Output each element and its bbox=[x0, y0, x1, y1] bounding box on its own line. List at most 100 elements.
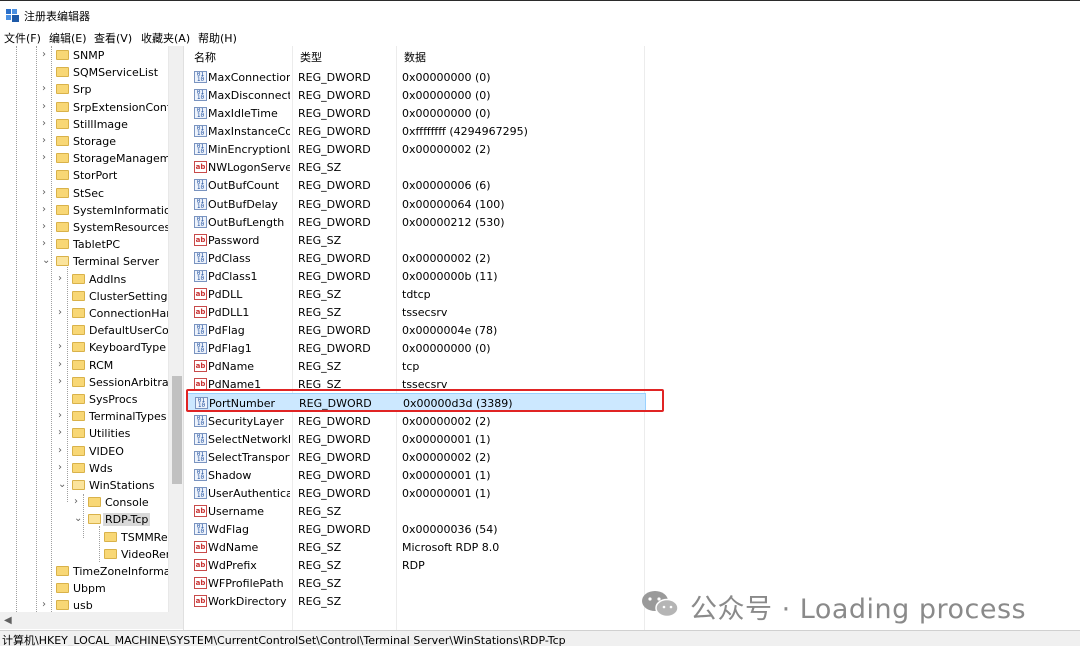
registry-value-row[interactable]: ab WdPrefix REG_SZ RDP bbox=[186, 556, 646, 574]
registry-value-row[interactable]: 01 10 OutBufDelay REG_DWORD 0x00000064 (100… bbox=[186, 195, 646, 213]
registry-value-row[interactable]: 01 10 SelectTransport REG_DWORD 0x00000002 … bbox=[186, 448, 646, 466]
tree-item[interactable]: SysProcs bbox=[0, 391, 170, 408]
registry-value-row[interactable]: 01 10 Shadow REG_DWORD 0x00000001 (1) bbox=[186, 466, 646, 484]
chevron-right-icon[interactable]: › bbox=[58, 427, 67, 439]
value-data: 0x00000000 (0) bbox=[402, 89, 491, 103]
tree-item[interactable]: › TerminalTypes bbox=[0, 408, 170, 425]
chevron-right-icon[interactable]: › bbox=[42, 204, 51, 216]
tree-scroll-thumb[interactable] bbox=[172, 376, 182, 484]
tree-item[interactable]: Ubpm bbox=[0, 580, 170, 597]
tree-item[interactable]: TSMMRemotingAllowedApps bbox=[0, 529, 183, 546]
registry-value-row[interactable]: 01 10 MaxIdleTime REG_DWORD 0x00000000 (0) bbox=[186, 104, 646, 122]
tree-horizontal-scrollbar[interactable]: ◀ bbox=[0, 612, 183, 629]
tree-item[interactable]: › Console bbox=[0, 494, 170, 511]
registry-value-row[interactable]: 01 10 SecurityLayer REG_DWORD 0x00000002 (2… bbox=[186, 412, 646, 430]
registry-value-row[interactable]: ab Username REG_SZ bbox=[186, 502, 646, 520]
tree-item[interactable]: › Storage bbox=[0, 133, 170, 150]
registry-value-row[interactable]: 01 10SelectNetworkDetect REG_DWORD 0x00000… bbox=[186, 430, 646, 448]
value-name: WorkDirectory bbox=[208, 595, 287, 609]
tree-item[interactable]: › VIDEO bbox=[0, 443, 170, 460]
registry-value-row[interactable]: 01 10 PdFlag1 REG_DWORD 0x00000000 (0) bbox=[186, 339, 646, 357]
tree-item[interactable]: › SrpExtensionConfig bbox=[0, 99, 181, 116]
chevron-right-icon[interactable]: › bbox=[58, 341, 67, 353]
menu-help[interactable]: 帮助(H) bbox=[198, 30, 237, 46]
tree-item[interactable]: › Srp bbox=[0, 81, 170, 98]
registry-value-row[interactable]: 01 10 OutBufCount REG_DWORD 0x00000006 (6) bbox=[186, 176, 646, 194]
chevron-right-icon[interactable]: › bbox=[58, 445, 67, 457]
tree-vertical-scrollbar[interactable] bbox=[168, 46, 183, 614]
chevron-right-icon[interactable]: › bbox=[42, 221, 51, 233]
tree-item[interactable]: VideoRemotingWindowNames bbox=[0, 546, 183, 563]
tree-item[interactable]: ⌄ RDP-Tcp bbox=[0, 511, 170, 528]
tree-item[interactable]: ClusterSettings bbox=[0, 288, 173, 305]
tree-item[interactable]: › AddIns bbox=[0, 271, 170, 288]
chevron-right-icon[interactable]: › bbox=[58, 410, 67, 422]
menu-view[interactable]: 查看(V) bbox=[94, 30, 132, 46]
registry-value-row[interactable]: 01 10MinEncryptionLevel REG_DWORD 0x000000… bbox=[186, 140, 646, 158]
chevron-right-icon[interactable]: › bbox=[58, 273, 67, 285]
registry-value-row[interactable]: 01 10 PdClass REG_DWORD 0x00000002 (2) bbox=[186, 249, 646, 267]
menu-edit[interactable]: 编辑(E) bbox=[49, 30, 87, 46]
chevron-right-icon[interactable]: › bbox=[42, 83, 51, 95]
tree-item[interactable]: › RCM bbox=[0, 357, 170, 374]
tree-item[interactable]: TimeZoneInformation bbox=[0, 563, 183, 580]
chevron-right-icon[interactable]: › bbox=[58, 462, 67, 474]
tree-item[interactable]: › SessionArbitration bbox=[0, 374, 183, 391]
tree-item[interactable]: › SNMP bbox=[0, 47, 170, 64]
chevron-right-icon[interactable]: › bbox=[58, 359, 67, 371]
registry-value-row[interactable]: 01 10 WdFlag REG_DWORD 0x00000036 (54) bbox=[186, 520, 646, 538]
tree-item[interactable]: › Utilities bbox=[0, 425, 170, 442]
tree-item[interactable]: ⌄ WinStations bbox=[0, 477, 170, 494]
registry-value-row[interactable]: ab PdDLL REG_SZ tdtcp bbox=[186, 285, 646, 303]
tree-item[interactable]: › StillImage bbox=[0, 116, 170, 133]
chevron-right-icon[interactable]: › bbox=[42, 49, 51, 61]
registry-tree[interactable]: › SNMP SQMServiceList › Srp › SrpExtensionConf… bbox=[0, 46, 184, 630]
registry-value-row[interactable]: ab WFProfilePath REG_SZ bbox=[186, 574, 646, 592]
chevron-right-icon[interactable]: › bbox=[74, 496, 83, 508]
registry-value-row[interactable]: ab PdDLL1 REG_SZ tssecsrv bbox=[186, 303, 646, 321]
tree-item[interactable]: › SystemResources bbox=[0, 219, 170, 236]
chevron-right-icon[interactable]: › bbox=[42, 238, 51, 250]
registry-value-row[interactable]: ab WorkDirectory REG_SZ bbox=[186, 592, 646, 610]
registry-value-row[interactable]: 01 10 PdFlag REG_DWORD 0x0000004e (78) bbox=[186, 321, 646, 339]
chevron-down-icon[interactable]: ⌄ bbox=[58, 479, 67, 491]
column-header-type[interactable]: 类型 bbox=[292, 46, 396, 66]
chevron-right-icon[interactable]: › bbox=[42, 118, 51, 130]
folder-icon bbox=[56, 222, 69, 232]
tree-item[interactable]: › StorageManagement bbox=[0, 150, 183, 167]
chevron-right-icon[interactable]: › bbox=[42, 101, 51, 113]
chevron-right-icon[interactable]: › bbox=[42, 599, 51, 611]
chevron-right-icon[interactable]: › bbox=[58, 376, 67, 388]
menu-favorites[interactable]: 收藏夹(A) bbox=[141, 30, 190, 46]
column-header-data[interactable]: 数据 bbox=[396, 46, 596, 66]
registry-value-row[interactable]: ab Password REG_SZ bbox=[186, 231, 646, 249]
registry-value-row[interactable]: 01 10 PdClass1 REG_DWORD 0x0000000b (11) bbox=[186, 267, 646, 285]
tree-item[interactable]: DefaultUserConfiguration bbox=[0, 322, 183, 339]
tree-item[interactable]: › StSec bbox=[0, 185, 170, 202]
registry-value-row[interactable]: ab NWLogonServer REG_SZ bbox=[186, 158, 646, 176]
tree-item[interactable]: ›ConnectionHandler bbox=[0, 305, 183, 322]
tree-item[interactable]: › SystemInformation bbox=[0, 202, 178, 219]
registry-value-row[interactable]: 01 10MaxInstanceCount REG_DWORD 0xffffffff… bbox=[186, 122, 646, 140]
chevron-right-icon[interactable]: › bbox=[42, 187, 51, 199]
tree-item[interactable]: StorPort bbox=[0, 167, 170, 184]
scroll-left-arrow-icon[interactable]: ◀ bbox=[4, 615, 12, 626]
registry-value-row[interactable]: 01 10 OutBufLength REG_DWORD 0x00000212 (53… bbox=[186, 213, 646, 231]
registry-value-row[interactable]: ab PdName REG_SZ tcp bbox=[186, 357, 646, 375]
tree-item[interactable]: › TabletPC bbox=[0, 236, 170, 253]
chevron-down-icon[interactable]: ⌄ bbox=[42, 255, 51, 267]
registry-value-row[interactable]: 01 10MaxConnectionTime REG_DWORD 0x0000000… bbox=[186, 68, 646, 86]
tree-item[interactable]: SQMServiceList bbox=[0, 64, 170, 81]
chevron-down-icon[interactable]: ⌄ bbox=[74, 513, 83, 525]
menu-file[interactable]: 文件(F) bbox=[4, 30, 41, 46]
tree-item[interactable]: › KeyboardType bbox=[0, 339, 170, 356]
registry-value-row[interactable]: ab WdName REG_SZ Microsoft RDP 8.0 bbox=[186, 538, 646, 556]
registry-value-row[interactable]: 01 10MaxDisconnectionTime REG_DWORD 0x0000… bbox=[186, 86, 646, 104]
chevron-right-icon[interactable]: › bbox=[42, 152, 51, 164]
column-header-name[interactable]: 名称 bbox=[186, 46, 290, 66]
chevron-right-icon[interactable]: › bbox=[42, 135, 51, 147]
tree-item[interactable]: ⌄ Terminal Server bbox=[0, 253, 170, 270]
chevron-right-icon[interactable]: › bbox=[58, 307, 67, 319]
tree-item[interactable]: › Wds bbox=[0, 460, 170, 477]
registry-value-row[interactable]: 01 10UserAuthentication REG_DWORD 0x000000… bbox=[186, 484, 646, 502]
